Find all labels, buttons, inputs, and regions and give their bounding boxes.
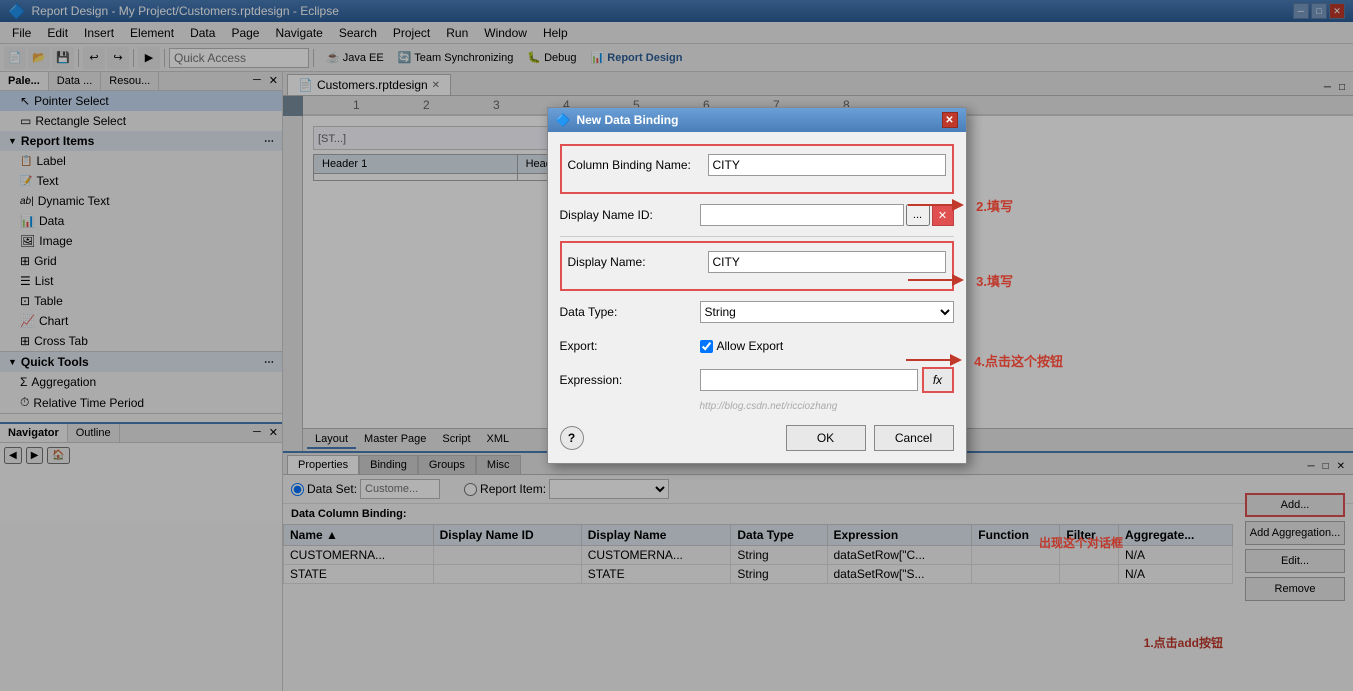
expression-label: Expression: (560, 373, 700, 387)
annotation-step4-label: 4.点击这个按钮 (974, 351, 1063, 370)
display-name-id-clear-btn[interactable]: ✕ (932, 204, 954, 226)
dialog-icon: 🔷 (556, 113, 571, 127)
data-type-select[interactable]: String Integer Float Date Boolean (700, 301, 954, 323)
dialog-title-left: 🔷 New Data Binding (556, 113, 679, 127)
data-type-label: Data Type: (560, 305, 700, 319)
dialog-titlebar: 🔷 New Data Binding ✕ (548, 108, 966, 132)
dialog-ok-btn[interactable]: OK (786, 425, 866, 451)
dialog-close-btn[interactable]: ✕ (942, 112, 958, 128)
display-name-field: Display Name: (568, 249, 946, 275)
dialog-cancel-btn[interactable]: Cancel (874, 425, 954, 451)
expression-field: Expression: fx (560, 367, 954, 393)
watermark-area: http://blog.csdn.net/ricciozhang (560, 401, 954, 413)
annotation-appears-dialog: 出现这个对话框 (1039, 534, 1123, 551)
export-field: Export: Allow Export (560, 333, 954, 359)
annotation-step2-label: 2.填写 (976, 196, 1013, 215)
allow-export-checkbox[interactable] (700, 340, 713, 353)
display-name-label: Display Name: (568, 255, 708, 269)
display-name-section: Display Name: (560, 241, 954, 291)
display-name-id-label: Display Name ID: (560, 208, 700, 222)
column-binding-name-field: Column Binding Name: (568, 152, 946, 178)
dialog-divider1 (560, 236, 954, 237)
expression-fx-btn[interactable]: fx (922, 367, 954, 393)
watermark-text: http://blog.csdn.net/ricciozhang (700, 401, 838, 412)
data-type-field: Data Type: String Integer Float Date Boo… (560, 299, 954, 325)
display-name-id-input[interactable] (700, 204, 904, 226)
modal-overlay: 🔷 New Data Binding ✕ Column Binding Name… (0, 0, 1353, 691)
new-data-binding-dialog: 🔷 New Data Binding ✕ Column Binding Name… (547, 107, 967, 464)
dialog-ok-cancel: OK Cancel (786, 425, 954, 451)
annotation-step3-label: 3.填写 (976, 271, 1013, 290)
column-binding-name-input[interactable] (708, 154, 946, 176)
column-binding-name-label: Column Binding Name: (568, 158, 708, 172)
allow-export-label: Allow Export (717, 339, 784, 353)
dialog-footer-row: ? OK Cancel (548, 425, 966, 463)
display-name-id-field: Display Name ID: ... ✕ (560, 202, 954, 228)
dialog-title: New Data Binding (576, 113, 678, 127)
expression-input[interactable] (700, 369, 918, 391)
dialog-body: Column Binding Name: Display Name ID: ..… (548, 132, 966, 425)
display-name-id-browse-btn[interactable]: ... (906, 204, 930, 226)
export-label: Export: (560, 339, 700, 353)
dialog-help-btn[interactable]: ? (560, 426, 584, 450)
column-binding-name-section: Column Binding Name: (560, 144, 954, 194)
display-name-input[interactable] (708, 251, 946, 273)
